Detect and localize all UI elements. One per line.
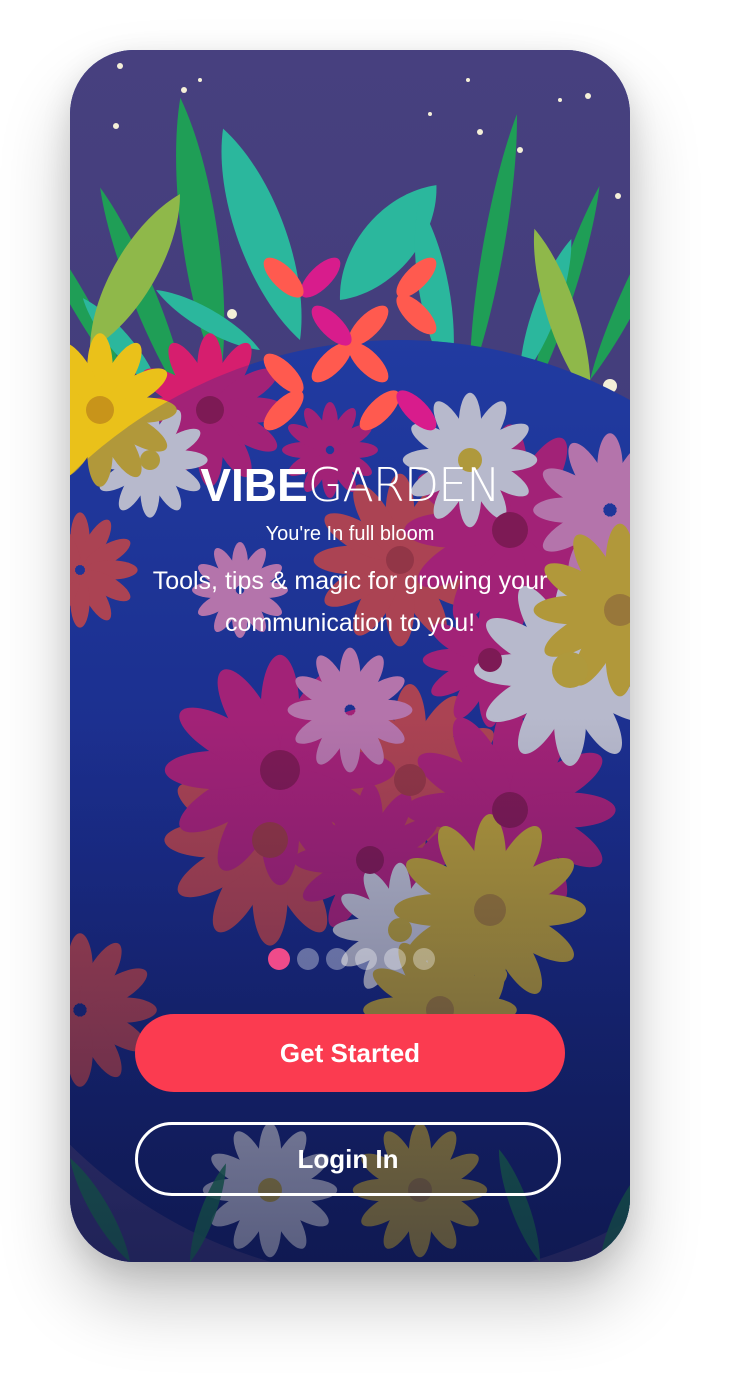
carousel-pagination <box>268 948 435 970</box>
page-dot-4[interactable] <box>355 948 377 970</box>
tagline: You're In full bloom <box>265 523 435 545</box>
page-dot-5[interactable] <box>384 948 406 970</box>
phone-screen: VIBEGARDEN You're In full bloom Tools, t… <box>70 50 630 1262</box>
page-dot-6[interactable] <box>413 948 435 970</box>
page-dot-3[interactable] <box>326 948 348 970</box>
login-button[interactable]: Login In <box>135 1122 561 1196</box>
page-dot-1[interactable] <box>268 948 290 970</box>
page-dot-2[interactable] <box>297 948 319 970</box>
app-wordmark: VIBEGARDEN <box>70 460 630 510</box>
onboarding-description: Tools, tips & magic for growing your com… <box>152 567 548 637</box>
wordmark-bold: VIBE <box>200 459 308 511</box>
petal-flower-logo-icon <box>263 257 437 431</box>
get-started-button[interactable]: Get Started <box>135 1014 565 1092</box>
wordmark-light: GARDEN <box>307 458 501 512</box>
